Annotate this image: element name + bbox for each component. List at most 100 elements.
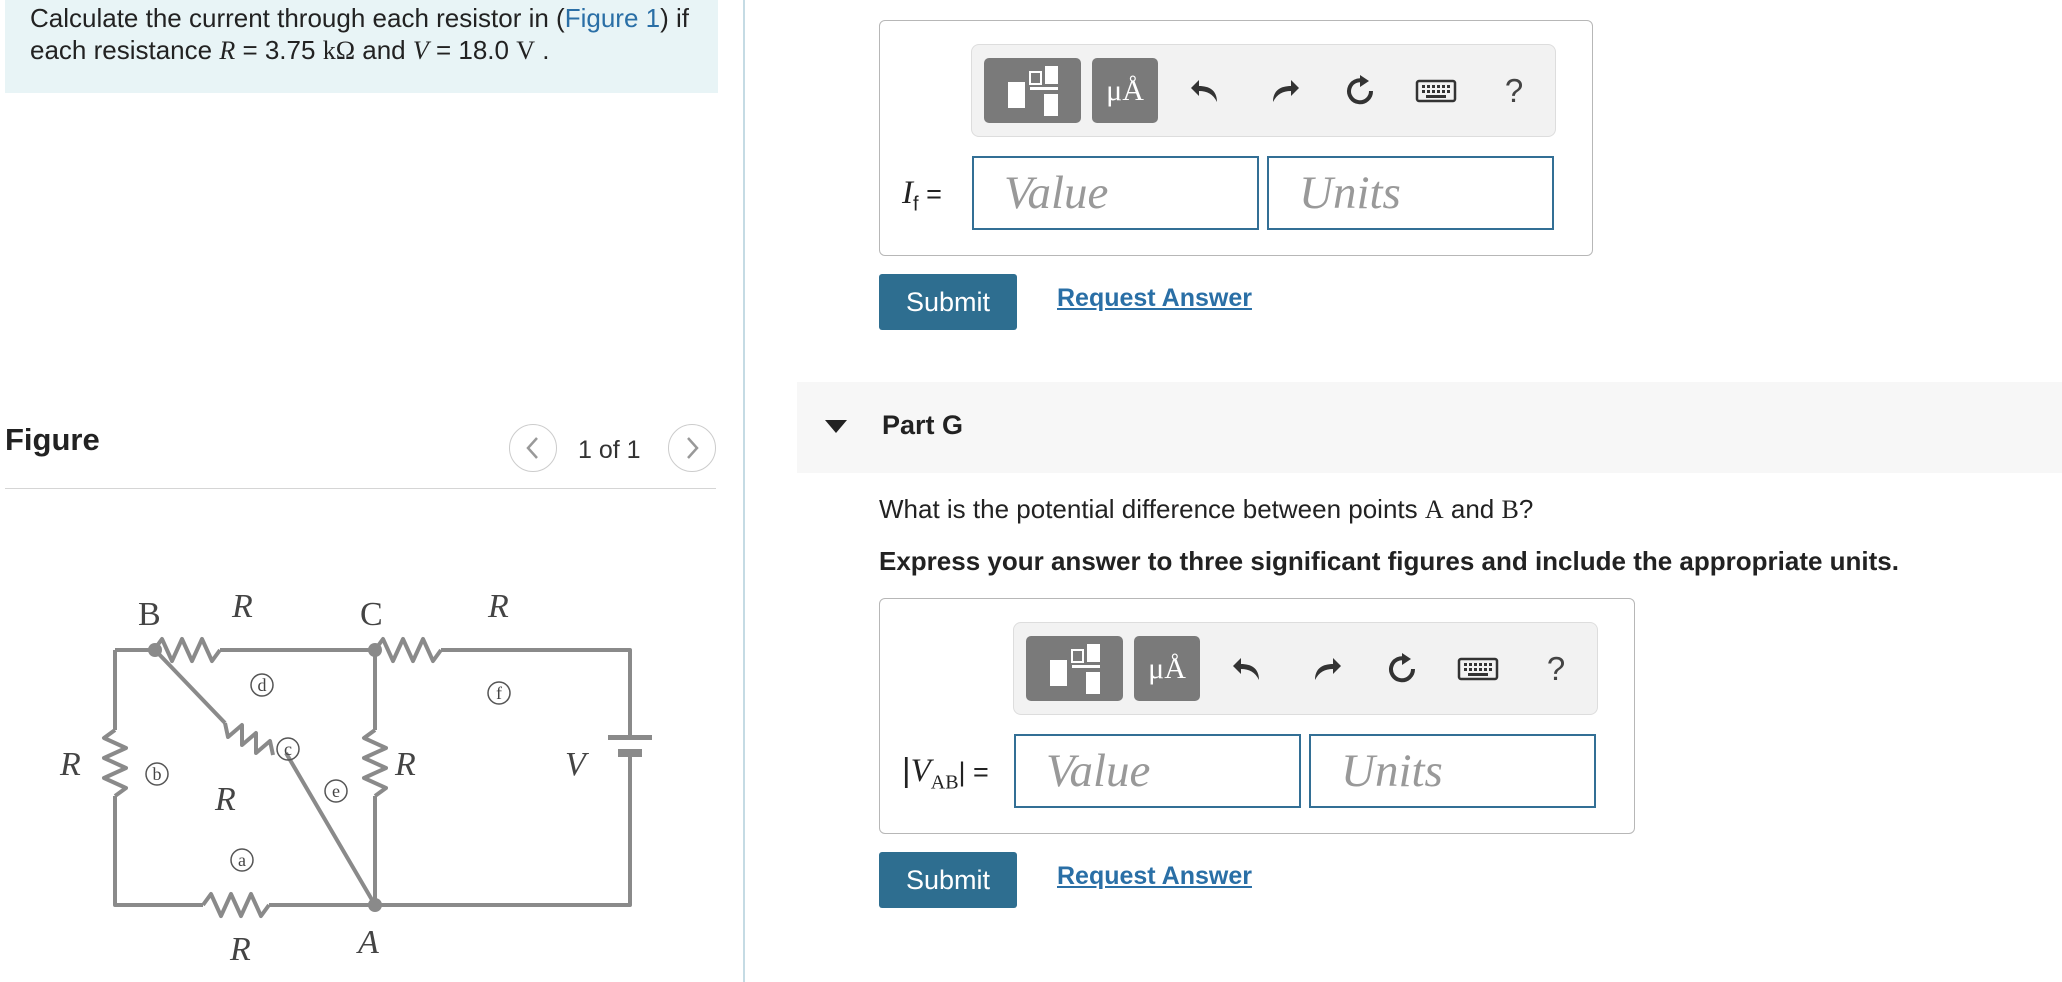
abs-bar-left: | [902,751,911,788]
question-text: What is the potential difference between… [879,494,1425,524]
value-field[interactable] [1014,734,1301,808]
problem-line2: each resistance [30,35,220,65]
label-r-diagonal: R [214,781,236,818]
voltage-unit: V [516,36,535,65]
units-input[interactable] [1269,158,1552,228]
variable-subscript: AB [930,771,959,794]
figure-page-indicator: 1 of 1 [578,436,641,464]
label-node-a: A [356,924,379,961]
submit-button-part-g[interactable]: Submit [879,852,1017,908]
units-field[interactable] [1309,734,1596,808]
reset-icon [1389,653,1416,683]
node-c [368,643,382,657]
label-node-b: B [138,596,161,633]
part-g-header[interactable]: Part G [797,382,2062,473]
wire [284,751,377,907]
question-end: ? [1518,494,1534,524]
voltage-value: = 18.0 [428,35,517,65]
value-input[interactable] [974,158,1257,228]
keyboard-button[interactable] [1414,69,1458,113]
chevron-right-icon [687,437,699,459]
reset-button[interactable] [1338,69,1382,113]
resistor-f [373,637,443,663]
part-g-question: What is the potential difference between… [879,494,1533,525]
resistor-c [223,722,275,756]
help-button[interactable]: ? [1492,69,1536,113]
battery-short-plate [618,749,642,757]
problem-line1-end: ) if [660,3,689,33]
variable-label-if: If = [902,173,942,217]
previous-figure-button[interactable] [509,424,557,472]
templates-button[interactable] [1026,636,1123,701]
templates-icon [1050,644,1100,694]
undo-button[interactable] [1226,647,1270,691]
figure-header: Figure 1 of 1 [5,412,716,489]
units-field[interactable] [1267,156,1554,230]
next-figure-button[interactable] [668,424,716,472]
circuit-diagram: B C A R R R R R R V d f b c e a [59,588,652,968]
figure-link[interactable]: Figure 1 [565,3,660,33]
math-toolbar: μÅ ? [971,44,1556,137]
resistor-e [362,728,388,798]
part-g-title: Part G [882,410,964,440]
redo-icon [1315,658,1341,680]
keyboard-icon [1415,79,1457,103]
resistance-symbol: R [219,36,236,65]
column-divider [743,0,745,982]
point-a: A [1424,495,1444,524]
reset-icon [1347,75,1374,105]
units-input[interactable] [1311,736,1594,806]
voltage-symbol: V [412,36,429,65]
units-button[interactable]: μÅ [1134,636,1200,701]
resistance-unit: kΩ [322,36,356,65]
label-v: V [565,746,590,783]
label-c: c [284,739,292,759]
label-node-c: C [360,596,383,633]
label-r-bottom: R [229,931,251,968]
resistor-a [201,892,271,918]
reset-button[interactable] [1380,647,1424,691]
wire [113,796,203,907]
keyboard-icon [1457,657,1499,681]
help-button[interactable]: ? [1534,647,1578,691]
request-answer-link-part-g[interactable]: Request Answer [1057,862,1252,891]
variable-label-vab: |VAB| = [902,751,989,795]
redo-button[interactable] [1262,69,1306,113]
answer-box-part-f: μÅ ? If = [879,20,1593,256]
variable-main: V [910,753,931,789]
variable-main: I [902,175,913,211]
submit-button-part-f[interactable]: Submit [879,274,1017,330]
units-button[interactable]: μÅ [1092,58,1158,123]
request-answer-link-part-f[interactable]: Request Answer [1057,284,1252,313]
part-g-instruction: Express your answer to three significant… [879,546,1899,576]
value-input[interactable] [1016,736,1299,806]
question-and: and [1443,494,1502,524]
wire [441,648,632,737]
problem-text: Calculate the current through each resis… [30,2,720,67]
keyboard-button[interactable] [1456,647,1500,691]
redo-icon [1273,80,1299,102]
templates-button[interactable] [984,58,1081,123]
problem-statement: Calculate the current through each resis… [5,0,718,93]
label-f: f [496,683,502,703]
resistor-b [102,728,128,798]
undo-icon [1233,658,1259,680]
problem-end: . [534,35,550,65]
value-field[interactable] [972,156,1259,230]
equals-sign: | = [958,757,989,787]
figure-title: Figure [5,422,100,457]
redo-button[interactable] [1304,647,1348,691]
battery-long-plate [608,735,652,740]
caret-down-icon [825,420,847,433]
node-a [368,898,382,912]
label-e: e [332,781,340,801]
label-b: b [153,764,162,784]
equals-sign: = [918,179,942,209]
label-r-top-right: R [487,588,509,625]
undo-button[interactable] [1184,69,1228,113]
undo-icon [1191,80,1217,102]
label-r-top-left: R [231,588,253,625]
problem-and: and [355,35,413,65]
math-toolbar: μÅ ? [1013,622,1598,715]
node-b [148,643,162,657]
